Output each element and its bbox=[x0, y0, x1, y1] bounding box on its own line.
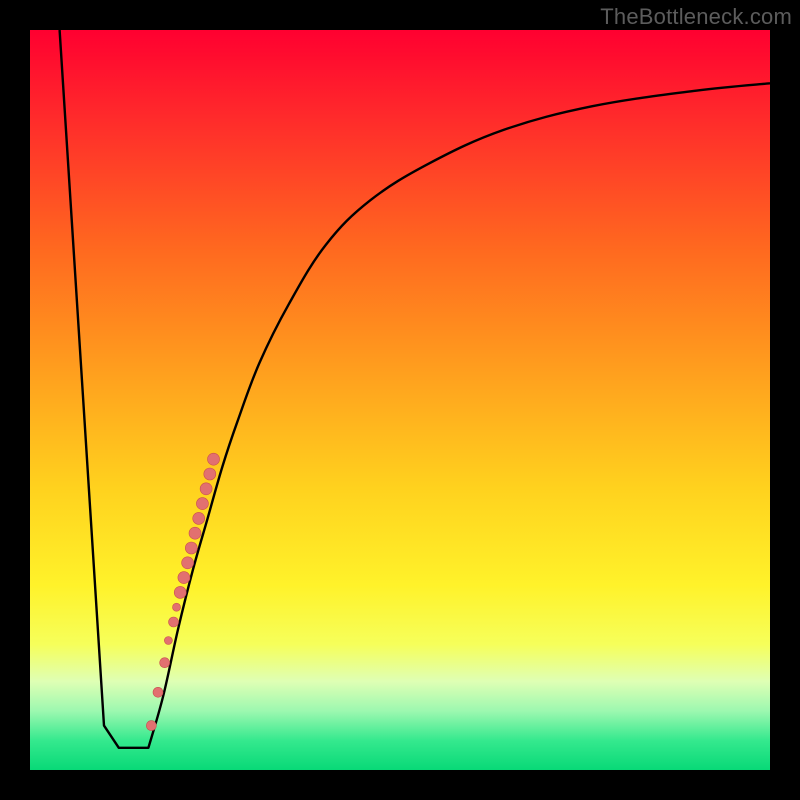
data-point bbox=[200, 483, 212, 495]
data-point bbox=[189, 527, 201, 539]
chart-frame: TheBottleneck.com bbox=[0, 0, 800, 800]
data-point bbox=[208, 453, 220, 465]
data-point bbox=[196, 498, 208, 510]
data-point bbox=[153, 687, 163, 697]
gradient-background bbox=[30, 30, 770, 770]
data-point bbox=[146, 721, 156, 731]
chart-svg bbox=[30, 30, 770, 770]
data-point bbox=[204, 468, 216, 480]
data-point bbox=[182, 557, 194, 569]
data-point bbox=[160, 658, 170, 668]
data-point bbox=[185, 542, 197, 554]
watermark-text: TheBottleneck.com bbox=[600, 4, 792, 30]
data-point bbox=[169, 617, 179, 627]
plot-area bbox=[30, 30, 770, 770]
data-point bbox=[193, 512, 205, 524]
data-point bbox=[173, 603, 181, 611]
data-point bbox=[164, 637, 172, 645]
data-point bbox=[174, 586, 186, 598]
data-point bbox=[178, 572, 190, 584]
